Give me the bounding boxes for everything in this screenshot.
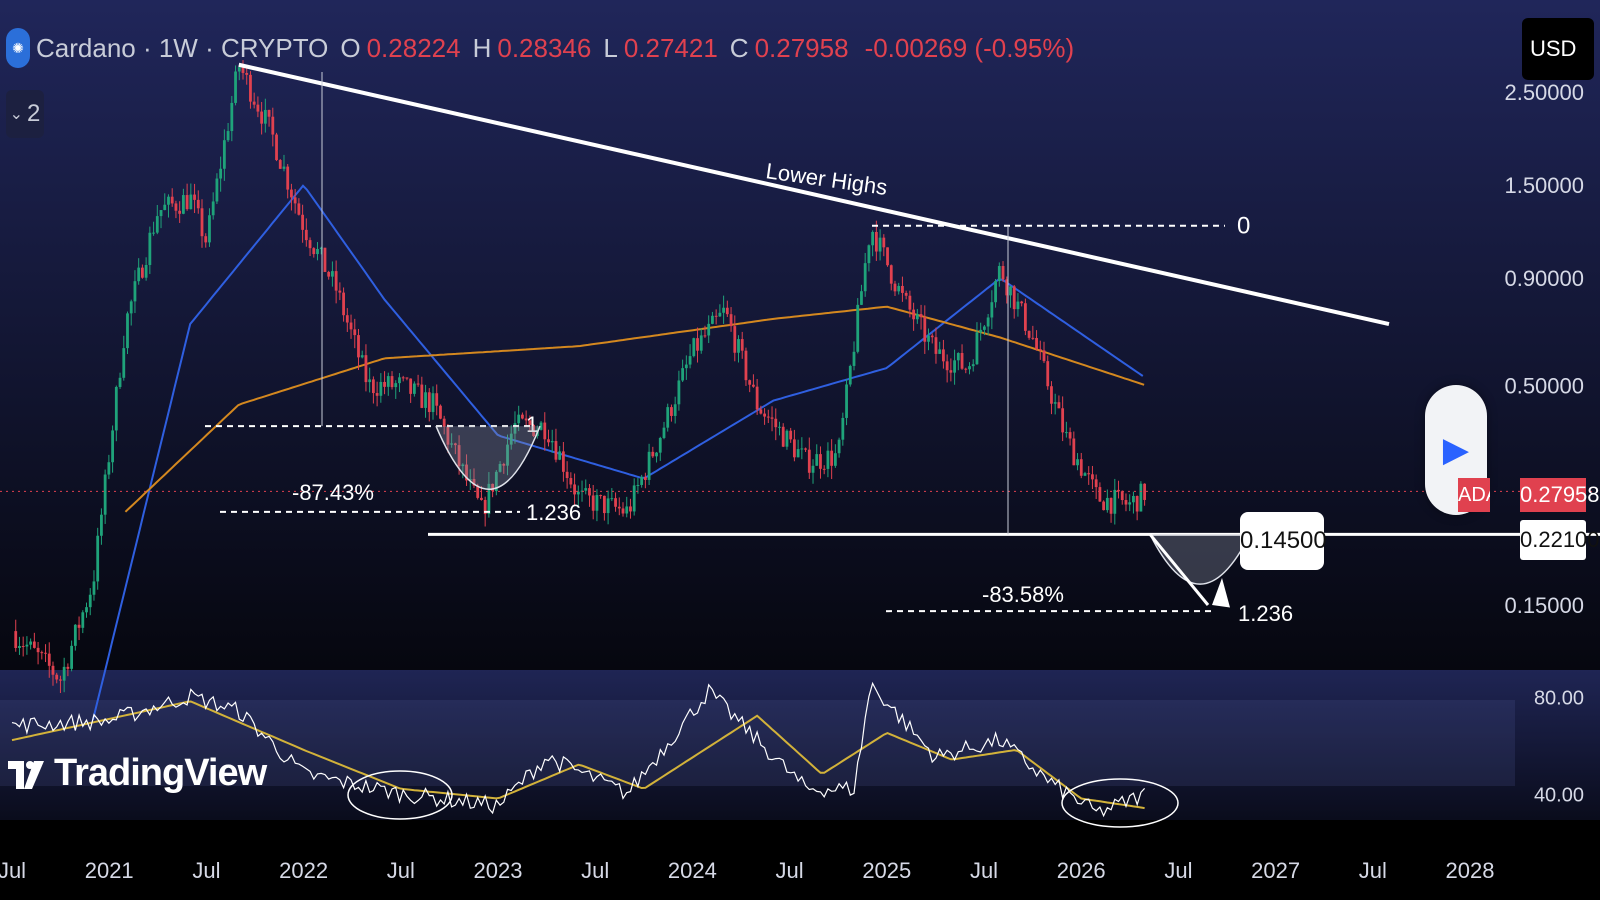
fib-1236-left-label: 1.236 bbox=[526, 500, 581, 525]
time-tick-label: 2027 bbox=[1251, 858, 1300, 883]
candle bbox=[1023, 298, 1027, 336]
play-icon: ▶ bbox=[1442, 431, 1470, 469]
candle bbox=[275, 132, 278, 162]
price-pane bbox=[0, 0, 1600, 670]
time-tick-label: 2025 bbox=[862, 858, 911, 883]
fib-level-0-label: 0 bbox=[1237, 213, 1250, 240]
candle bbox=[856, 298, 860, 354]
time-tick-label: 2024 bbox=[668, 858, 717, 883]
low-value: 0.27421 bbox=[623, 32, 718, 63]
candle bbox=[323, 247, 327, 273]
cardano-logo-icon: ✺ bbox=[6, 28, 30, 68]
price-tick-label: 0.50000 bbox=[1504, 373, 1584, 398]
time-tick-label: Jul bbox=[1359, 858, 1387, 883]
time-tick-label: Jul bbox=[387, 858, 415, 883]
price-tick-label: 0.15000 bbox=[1504, 593, 1584, 618]
price-tick-label: 2.50000 bbox=[1504, 80, 1584, 105]
low-key: L bbox=[603, 32, 618, 63]
drop-right-label: -83.58% bbox=[982, 582, 1064, 607]
time-tick-label: Jul bbox=[0, 858, 26, 883]
time-tick-label: 2026 bbox=[1057, 858, 1106, 883]
chevron-down-icon: ⌄ bbox=[9, 106, 24, 123]
open-key: O bbox=[340, 32, 361, 63]
drop-left-label: -87.43% bbox=[292, 480, 374, 505]
indicators-toggle-button[interactable]: ⌄ 2 bbox=[6, 90, 44, 138]
high-value: 0.28346 bbox=[497, 32, 592, 63]
close-value: 0.27958 bbox=[754, 32, 849, 63]
change-value: -0.00269 (-0.95%) bbox=[864, 32, 1075, 63]
watermark-text: TradingView bbox=[54, 752, 267, 794]
symbol-legend: ✺ Cardano · 1W · CRYPTO O 0.28224 H 0.2834… bbox=[6, 28, 1074, 68]
ticker-tag: ADAUSD bbox=[1458, 478, 1490, 512]
time-tick-label: 2023 bbox=[474, 858, 523, 883]
tradingview-logo-icon bbox=[8, 760, 44, 789]
time-tick-label: 2022 bbox=[279, 858, 328, 883]
high-key: H bbox=[472, 32, 492, 63]
support-level-label: 0.22100 bbox=[1520, 520, 1600, 560]
candle bbox=[666, 403, 670, 432]
candle bbox=[439, 404, 442, 420]
tradingview-watermark: TradingView bbox=[8, 752, 267, 795]
chart-window: Lower Highs 1 1.236 -87.43% 0 1.236 -83.58% 2.… bbox=[0, 0, 1600, 900]
close-key: C bbox=[729, 32, 749, 63]
time-tick-label: 2028 bbox=[1446, 858, 1495, 883]
rsi-tick-label: 40.00 bbox=[1534, 785, 1584, 807]
symbol-title[interactable]: Cardano · 1W · CRYPTO bbox=[36, 33, 328, 64]
time-tick-label: Jul bbox=[1164, 858, 1192, 883]
open-value: 0.28224 bbox=[366, 32, 461, 63]
candle bbox=[1139, 481, 1143, 512]
candle bbox=[1102, 500, 1106, 511]
time-tick-label: Jul bbox=[192, 858, 220, 883]
time-tick-label: Jul bbox=[970, 858, 998, 883]
time-tick-label: Jul bbox=[581, 858, 609, 883]
price-tick-label: 1.50000 bbox=[1504, 173, 1584, 198]
price-tick-label: 0.90000 bbox=[1504, 266, 1584, 291]
time-tick-label: Jul bbox=[776, 858, 804, 883]
last-price-label: 0.27958 bbox=[1520, 478, 1600, 512]
time-tick-label: 2021 bbox=[85, 858, 134, 883]
candle bbox=[886, 247, 889, 267]
indicators-count: 2 bbox=[27, 100, 41, 127]
currency-button[interactable]: USD bbox=[1522, 18, 1594, 80]
candle bbox=[278, 158, 282, 169]
candle bbox=[126, 311, 129, 355]
fib-1236-right-label: 1.236 bbox=[1238, 601, 1293, 626]
target-price-callout: 0.14500 bbox=[1240, 512, 1327, 570]
candle bbox=[848, 364, 852, 387]
candle bbox=[96, 527, 100, 590]
candle bbox=[692, 337, 696, 358]
rsi-tick-label: 80.00 bbox=[1534, 687, 1584, 709]
